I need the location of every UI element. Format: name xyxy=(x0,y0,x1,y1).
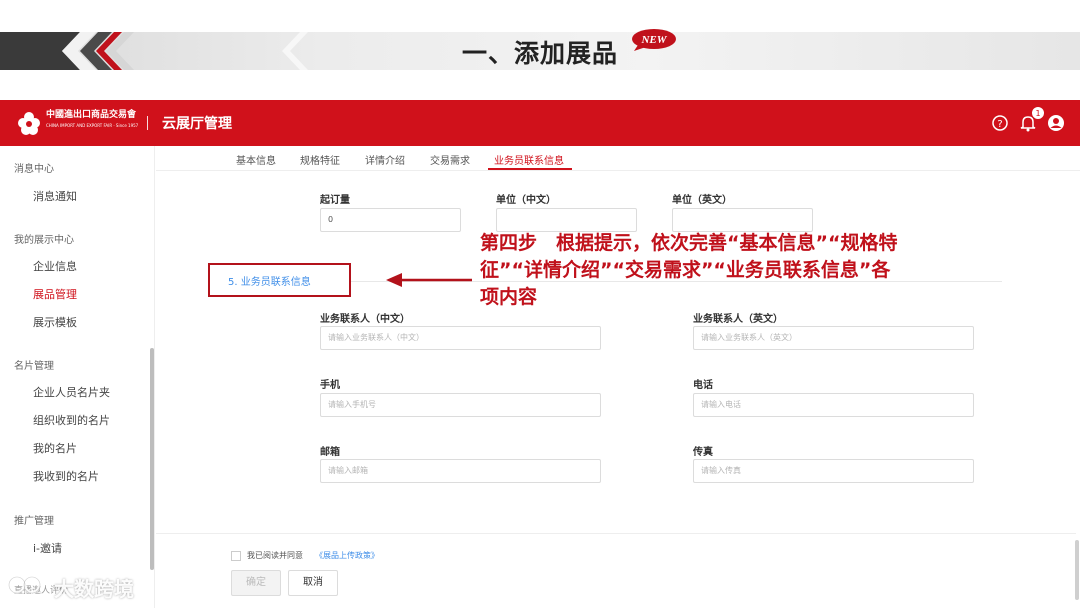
active-tab-indicator xyxy=(488,168,572,170)
confirm-button[interactable]: 确定 xyxy=(231,570,281,596)
tab-specifications[interactable]: 规格特征 xyxy=(300,152,340,167)
watermark-logo-icon xyxy=(8,576,41,594)
tab-trade-demand[interactable]: 交易需求 xyxy=(430,152,470,167)
mobile-input[interactable]: 请输入手机号 xyxy=(320,393,601,417)
email-label: 邮箱 xyxy=(320,447,340,458)
sidebar-item-my-cards[interactable]: 我的名片 xyxy=(33,440,77,456)
sidebar-item-staff-cards[interactable]: 企业人员名片夹 xyxy=(33,384,110,400)
sidebar-item-invite[interactable]: i-邀请 xyxy=(33,540,62,556)
contact-name-cn-label: 业务联系人（中文） xyxy=(320,314,410,325)
agree-text: 我已阅读并同意 xyxy=(247,551,303,560)
email-input[interactable]: 请输入邮箱 xyxy=(320,459,601,483)
app-title: 云展厅管理 xyxy=(162,116,232,132)
logo-text: 中國進出口商品交易會 xyxy=(46,110,137,120)
tab-sales-contact[interactable]: 业务员联系信息 xyxy=(494,152,564,167)
sidebar-item-display-template[interactable]: 展示模板 xyxy=(33,314,77,330)
unit-cn-label: 单位（中文） xyxy=(496,195,556,206)
unit-en-label: 单位（英文） xyxy=(672,195,732,206)
new-badge-text: NEW xyxy=(640,34,667,46)
contact-name-cn-input[interactable]: 请输入业务联系人（中文） xyxy=(320,326,601,350)
slide-banner: 一、添加展品 NEW xyxy=(0,0,1080,100)
notification-badge: 1 xyxy=(1031,106,1045,120)
header-separator xyxy=(147,116,148,130)
unit-en-select[interactable] xyxy=(672,208,813,232)
sidebar-item-exhibit-management[interactable]: 展品管理 xyxy=(33,286,77,302)
phone-label: 电话 xyxy=(693,380,713,391)
min-order-input[interactable]: 0 xyxy=(320,208,461,232)
slide-title: 一、添加展品 xyxy=(461,39,618,68)
phone-input[interactable]: 请输入电话 xyxy=(693,393,974,417)
sidebar-group-my-showcase[interactable]: 我的展示中心 xyxy=(14,231,74,246)
min-order-label: 起订量 xyxy=(320,195,350,206)
sidebar xyxy=(0,146,155,608)
policy-link[interactable]: 《展品上传政策》 xyxy=(315,550,379,561)
svg-text:?: ? xyxy=(997,119,1002,130)
footer-divider xyxy=(156,533,1076,534)
cancel-button[interactable]: 取消 xyxy=(288,570,338,596)
watermark-text: 大数跨境 xyxy=(54,577,134,601)
sidebar-item-notifications[interactable]: 消息通知 xyxy=(33,188,77,204)
contact-name-en-label: 业务联系人（英文） xyxy=(693,314,783,325)
step-callout: 第四步 根据提示，依次完善“基本信息”“规格特征”“详情介绍”“交易需求”“业务… xyxy=(480,232,898,308)
mobile-label: 手机 xyxy=(320,380,340,391)
tab-details[interactable]: 详情介绍 xyxy=(365,152,405,167)
user-avatar-icon[interactable] xyxy=(1046,113,1066,133)
section-title: 5. 业务员联系信息 xyxy=(228,277,311,288)
agree-checkbox[interactable] xyxy=(231,551,241,561)
contact-name-en-input[interactable]: 请输入业务联系人（英文） xyxy=(693,326,974,350)
canton-fair-logo-icon xyxy=(18,112,40,135)
logo-subtitle: CHINA IMPORT AND EXPORT FAIR · Since 195… xyxy=(46,123,139,128)
sidebar-scrollbar[interactable] xyxy=(150,348,154,570)
sidebar-item-received-cards[interactable]: 我收到的名片 xyxy=(33,468,99,484)
sidebar-item-company-info[interactable]: 企业信息 xyxy=(33,258,77,274)
main-scrollbar[interactable] xyxy=(1075,540,1079,600)
tabs-divider xyxy=(156,170,1080,171)
fax-label: 传真 xyxy=(693,447,713,458)
sidebar-group-promotion[interactable]: 推广管理 xyxy=(14,512,54,527)
sidebar-group-message-center[interactable]: 消息中心 xyxy=(14,160,54,175)
arrow-left-icon xyxy=(386,273,472,287)
help-icon[interactable]: ? xyxy=(990,113,1010,133)
fax-input[interactable]: 请输入传真 xyxy=(693,459,974,483)
new-badge: NEW xyxy=(632,29,676,51)
sidebar-group-card-management[interactable]: 名片管理 xyxy=(14,357,54,372)
unit-cn-select[interactable] xyxy=(496,208,637,232)
tab-basic-info[interactable]: 基本信息 xyxy=(236,152,276,167)
sidebar-item-org-received-cards[interactable]: 组织收到的名片 xyxy=(33,412,110,428)
